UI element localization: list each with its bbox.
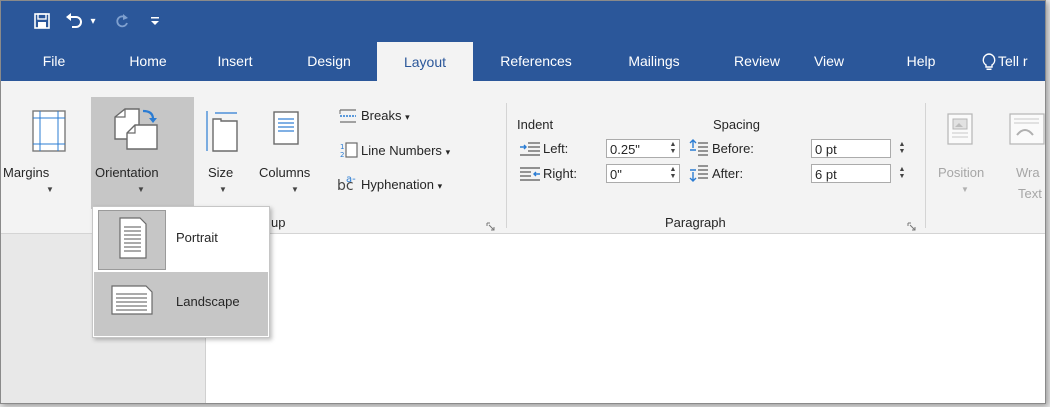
breaks-button[interactable]: Breaks ▾ — [361, 108, 410, 123]
orientation-icon[interactable] — [113, 107, 161, 156]
save-icon[interactable] — [31, 9, 53, 33]
position-button: Position — [938, 165, 985, 180]
ribbon-tabs: File Home Insert Design Layout Reference… — [1, 41, 1045, 82]
margins-icon[interactable] — [31, 109, 67, 158]
columns-button[interactable]: Columns — [259, 165, 310, 180]
tell-me-search[interactable]: Tell r — [998, 41, 1045, 81]
redo-icon[interactable] — [111, 9, 133, 33]
word-window: ▾ File Home Insert Design Layout Referen… — [0, 0, 1046, 404]
indent-right-spinner[interactable]: ▲ ▼ — [668, 166, 678, 180]
orientation-menu: Portrait Landscape — [92, 206, 270, 338]
position-caret: ▼ — [961, 185, 969, 194]
spacing-before-label: Before: — [712, 141, 754, 156]
paragraph-group-label: Paragraph — [665, 215, 726, 230]
hyphenation-button[interactable]: Hyphenation ▾ — [361, 177, 442, 192]
orientation-label: Orientation — [95, 165, 159, 180]
tab-view[interactable]: View — [809, 41, 849, 81]
indent-heading: Indent — [517, 117, 554, 132]
group-separator — [925, 103, 926, 228]
orientation-caret: ▼ — [137, 185, 145, 194]
spacing-before-spinner[interactable]: ▲ ▼ — [897, 141, 907, 155]
indent-left-label: Left: — [543, 141, 569, 156]
wrap-text-label-2: Text — [1018, 186, 1042, 201]
size-button[interactable]: Size — [208, 165, 233, 180]
columns-icon[interactable] — [273, 111, 299, 150]
spacing-before-input[interactable]: 0 pt — [811, 139, 891, 158]
undo-dropdown-caret[interactable]: ▾ — [87, 9, 99, 33]
breaks-icon[interactable] — [338, 108, 358, 129]
customize-qat-icon[interactable] — [147, 9, 163, 33]
size-caret: ▼ — [219, 185, 227, 194]
portrait-label: Portrait — [176, 230, 218, 245]
tab-help[interactable]: Help — [903, 41, 939, 81]
document-page[interactable] — [206, 234, 1045, 403]
spacing-before-icon — [689, 139, 709, 162]
spacing-after-icon — [689, 164, 709, 187]
tab-insert[interactable]: Insert — [211, 41, 259, 81]
tab-mailings[interactable]: Mailings — [618, 41, 690, 81]
line-numbers-icon[interactable]: 12 — [340, 141, 358, 164]
tab-design[interactable]: Design — [299, 41, 359, 81]
tab-references[interactable]: References — [489, 41, 583, 81]
position-icon — [947, 113, 973, 150]
tab-layout[interactable]: Layout — [377, 41, 473, 82]
indent-left-icon — [519, 142, 541, 161]
indent-right-label: Right: — [543, 166, 577, 181]
margins-caret: ▼ — [46, 185, 54, 194]
group-separator — [506, 103, 507, 228]
hyphenation-icon[interactable]: bc a- — [337, 174, 359, 197]
portrait-page-icon — [119, 217, 147, 264]
orientation-option-landscape[interactable]: Landscape — [94, 272, 268, 336]
spacing-heading: Spacing — [713, 117, 760, 132]
line-numbers-button[interactable]: Line Numbers ▾ — [361, 143, 450, 158]
indent-left-spinner[interactable]: ▲ ▼ — [668, 141, 678, 155]
tab-review[interactable]: Review — [729, 41, 785, 81]
svg-text:a-: a- — [346, 174, 356, 185]
spacing-after-input[interactable]: 6 pt — [811, 164, 891, 183]
page-setup-dialog-launcher-icon[interactable] — [486, 218, 495, 231]
wrap-text-label-1: Wra — [1016, 165, 1040, 180]
page-setup-group-label: up — [271, 215, 286, 230]
paragraph-dialog-launcher-icon[interactable] — [907, 218, 916, 231]
svg-text:2: 2 — [340, 151, 344, 159]
spacing-after-label: After: — [712, 166, 744, 181]
undo-icon[interactable] — [63, 9, 85, 33]
size-icon[interactable] — [205, 109, 239, 158]
orientation-option-portrait[interactable]: Portrait — [94, 208, 268, 272]
indent-right-icon — [519, 167, 541, 186]
columns-caret: ▼ — [291, 185, 299, 194]
tab-file[interactable]: File — [39, 41, 69, 81]
spacing-after-spinner[interactable]: ▲ ▼ — [897, 166, 907, 180]
lightbulb-icon[interactable] — [981, 41, 997, 81]
wrap-text-icon — [1009, 113, 1045, 150]
tab-home[interactable]: Home — [119, 41, 177, 81]
margins-button[interactable]: Margins — [3, 165, 49, 180]
landscape-label: Landscape — [176, 294, 240, 309]
landscape-page-icon — [111, 285, 153, 320]
title-bar: ▾ — [1, 1, 1045, 41]
svg-text:1: 1 — [340, 143, 344, 151]
